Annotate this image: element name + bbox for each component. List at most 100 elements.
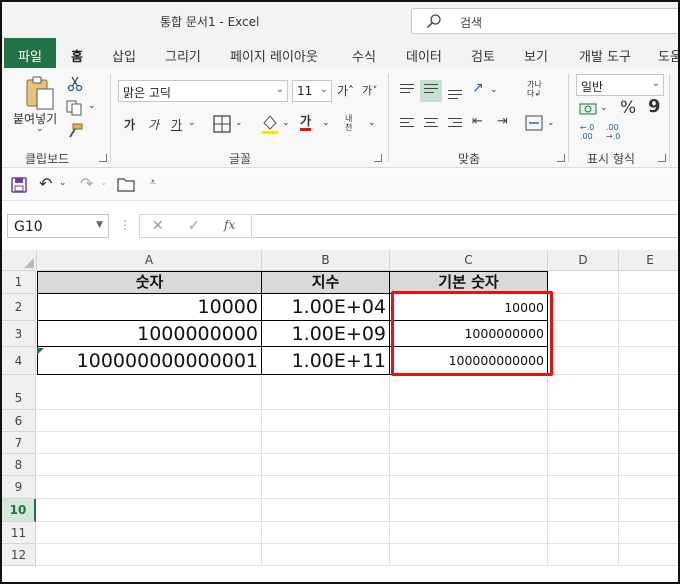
- empty-cell[interactable]: [548, 454, 619, 476]
- fill-color-dropdown-icon[interactable]: ⌄: [282, 118, 290, 128]
- empty-cell[interactable]: [37, 454, 262, 476]
- row-header[interactable]: 7: [2, 432, 36, 454]
- column-header-c[interactable]: C: [390, 250, 548, 271]
- row-header[interactable]: 12: [2, 544, 36, 566]
- empty-cell[interactable]: [548, 375, 619, 410]
- empty-cell[interactable]: [619, 347, 678, 375]
- empty-cell[interactable]: [619, 321, 678, 347]
- redo-icon[interactable]: ↷: [80, 174, 93, 193]
- empty-cell[interactable]: [619, 294, 678, 321]
- empty-cell[interactable]: [619, 271, 678, 294]
- font-size-combo[interactable]: 11 ⌄: [292, 80, 332, 102]
- row-header[interactable]: 1: [2, 271, 36, 294]
- row-header[interactable]: 2: [2, 294, 36, 321]
- align-center-icon[interactable]: [424, 118, 438, 130]
- tab-developer[interactable]: 개발 도구: [579, 46, 631, 65]
- save-icon[interactable]: [11, 177, 27, 193]
- empty-cell[interactable]: [37, 375, 262, 410]
- phonetic-dropdown-icon[interactable]: ⌄: [368, 118, 376, 128]
- merge-center-icon[interactable]: [525, 115, 543, 131]
- comma-style-button[interactable]: 9: [648, 96, 661, 117]
- align-right-icon[interactable]: [448, 118, 462, 130]
- empty-cell[interactable]: [390, 544, 548, 566]
- empty-cell[interactable]: [262, 544, 390, 566]
- empty-cell[interactable]: [548, 347, 619, 375]
- font-launcher-icon[interactable]: [374, 154, 382, 162]
- enter-icon[interactable]: ✓: [188, 218, 200, 234]
- empty-cell[interactable]: [390, 410, 548, 432]
- empty-cell[interactable]: [548, 476, 619, 499]
- empty-cell[interactable]: [390, 432, 548, 454]
- increase-font-icon[interactable]: 가˄: [337, 82, 354, 99]
- empty-cell[interactable]: [390, 499, 548, 522]
- row-header[interactable]: 3: [2, 321, 36, 347]
- accounting-format-icon[interactable]: [579, 102, 597, 116]
- paste-icon[interactable]: [24, 75, 56, 113]
- empty-cell[interactable]: [619, 476, 678, 499]
- tab-file[interactable]: 파일: [4, 38, 56, 68]
- font-color-button[interactable]: 가: [300, 114, 312, 131]
- percent-style-button[interactable]: %: [620, 98, 636, 118]
- empty-cell[interactable]: [548, 522, 619, 544]
- fill-color-icon[interactable]: [260, 113, 280, 135]
- tab-insert[interactable]: 삽입: [112, 46, 136, 65]
- empty-cell[interactable]: [37, 544, 262, 566]
- column-header-b[interactable]: B: [262, 250, 390, 271]
- increase-decimal-icon[interactable]: ←.0.00: [580, 123, 594, 141]
- underline-dropdown-icon[interactable]: ⌄: [188, 118, 196, 128]
- name-box[interactable]: G10 ▼: [7, 214, 109, 238]
- cell-a1[interactable]: 숫자: [37, 271, 262, 294]
- empty-cell[interactable]: [390, 454, 548, 476]
- search-box[interactable]: 검색: [411, 8, 678, 34]
- number-launcher-icon[interactable]: [658, 154, 666, 162]
- empty-cell[interactable]: [619, 499, 678, 522]
- tab-view[interactable]: 보기: [524, 46, 548, 65]
- empty-cell[interactable]: [37, 499, 262, 522]
- row-header[interactable]: 4: [2, 347, 36, 375]
- format-painter-icon[interactable]: [66, 123, 84, 139]
- phonetic-guide-button[interactable]: 내천: [345, 114, 359, 132]
- row-header[interactable]: 6: [2, 410, 36, 432]
- decrease-decimal-icon[interactable]: .00 →.0: [606, 123, 620, 141]
- customize-qat-icon[interactable]: ⩡: [150, 177, 156, 188]
- align-left-icon[interactable]: [400, 118, 414, 130]
- row-header[interactable]: 11: [2, 522, 36, 544]
- empty-cell[interactable]: [390, 375, 548, 410]
- align-top-icon[interactable]: [400, 84, 414, 96]
- cut-icon[interactable]: [67, 76, 83, 92]
- empty-cell[interactable]: [548, 432, 619, 454]
- tab-page-layout[interactable]: 페이지 레이아웃: [230, 46, 318, 65]
- empty-cell[interactable]: [262, 476, 390, 499]
- empty-cell[interactable]: [619, 432, 678, 454]
- cell-a2[interactable]: 10000: [37, 294, 262, 321]
- empty-cell[interactable]: [37, 432, 262, 454]
- cell-a4[interactable]: 100000000000001: [37, 347, 262, 375]
- orientation-icon[interactable]: ↗: [472, 80, 484, 96]
- alignment-launcher-icon[interactable]: [557, 154, 565, 162]
- merge-dropdown-icon[interactable]: ⌄: [547, 118, 555, 128]
- orientation-dropdown-icon[interactable]: ⌄: [490, 85, 498, 95]
- empty-cell[interactable]: [262, 522, 390, 544]
- error-indicator-icon[interactable]: [37, 348, 44, 355]
- font-color-dropdown-icon[interactable]: ⌄: [322, 118, 330, 128]
- borders-icon[interactable]: [213, 115, 231, 133]
- tab-formulas[interactable]: 수식: [352, 46, 376, 65]
- empty-cell[interactable]: [619, 410, 678, 432]
- cell-a3[interactable]: 1000000000: [37, 321, 262, 347]
- empty-cell[interactable]: [37, 476, 262, 499]
- paste-dropdown-icon[interactable]: ⌄: [36, 124, 44, 134]
- select-all-corner[interactable]: [2, 250, 37, 271]
- font-name-combo[interactable]: 맑은 고딕 ⌄: [118, 80, 288, 102]
- borders-dropdown-icon[interactable]: ⌄: [235, 118, 243, 128]
- underline-button[interactable]: 가: [171, 116, 182, 133]
- tab-draw[interactable]: 그리기: [165, 46, 201, 65]
- italic-button[interactable]: 가: [148, 116, 159, 133]
- empty-cell[interactable]: [619, 522, 678, 544]
- empty-cell[interactable]: [390, 522, 548, 544]
- empty-cell[interactable]: [262, 375, 390, 410]
- cell-b1[interactable]: 지수: [262, 271, 390, 294]
- accounting-dropdown-icon[interactable]: ⌄: [600, 103, 608, 113]
- empty-cell[interactable]: [548, 499, 619, 522]
- cell-b4[interactable]: 1.00E+11: [262, 347, 390, 375]
- align-bottom-icon[interactable]: [448, 90, 462, 102]
